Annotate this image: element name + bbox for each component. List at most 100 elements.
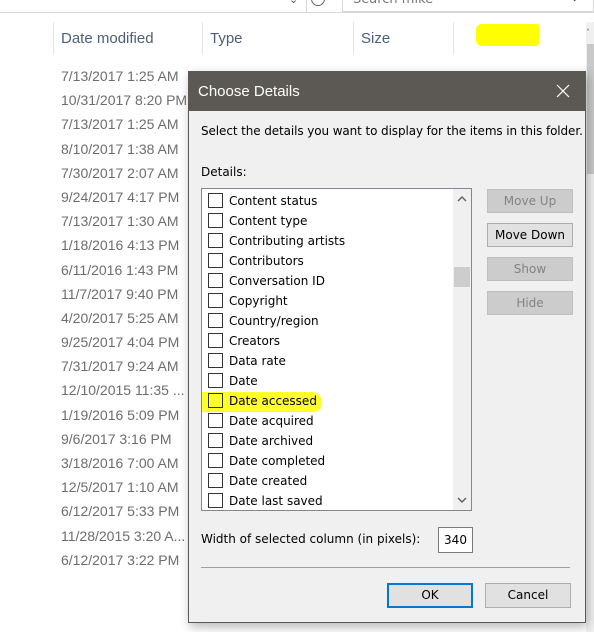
detail-label: Date last saved <box>229 494 323 508</box>
detail-list-item[interactable]: Date completed <box>202 451 452 471</box>
column-header-type[interactable]: Type <box>202 22 243 56</box>
detail-checkbox[interactable] <box>208 333 223 348</box>
detail-label: Date <box>229 374 258 388</box>
detail-checkbox[interactable] <box>208 393 223 408</box>
file-date-modified[interactable]: 7/13/2017 1:25 AM <box>61 112 187 136</box>
detail-list-item[interactable]: Content type <box>202 211 452 231</box>
detail-label: Copyright <box>229 294 288 308</box>
file-date-modified[interactable]: 9/24/2017 4:17 PM <box>61 185 187 209</box>
detail-list-item[interactable]: Content status <box>202 191 452 211</box>
detail-list-item[interactable]: Date accessed <box>202 391 452 412</box>
detail-checkbox[interactable] <box>208 313 223 328</box>
hide-button[interactable]: Hide <box>487 291 573 315</box>
move-up-button[interactable]: Move Up <box>487 189 573 213</box>
detail-checkbox[interactable] <box>208 433 223 448</box>
detail-label: Date created <box>229 474 308 488</box>
file-date-modified[interactable]: 11/7/2017 9:40 PM <box>61 282 187 306</box>
file-date-modified[interactable]: 9/25/2017 4:04 PM <box>61 330 187 354</box>
file-date-modified[interactable]: 10/31/2017 8:20 PM <box>61 88 187 112</box>
details-list-scrollbar[interactable] <box>453 189 471 510</box>
detail-label: Country/region <box>229 314 319 328</box>
detail-list-item[interactable]: Date <box>202 371 452 391</box>
detail-list-item[interactable]: Date acquired <box>202 411 452 431</box>
explorer-toolbar: ⌄ Search mike <box>0 0 594 13</box>
detail-checkbox[interactable] <box>208 293 223 308</box>
detail-label: Data rate <box>229 354 286 368</box>
file-date-modified[interactable]: 12/10/2015 11:35 ... <box>61 378 187 402</box>
detail-list-item[interactable]: Date archived <box>202 431 452 451</box>
choose-details-dialog: Choose Details Select the details you wa… <box>188 71 586 623</box>
file-date-modified[interactable]: 7/13/2017 1:30 AM <box>61 209 187 233</box>
detail-list-item[interactable]: Creators <box>202 331 452 351</box>
file-date-modified[interactable]: 3/18/2016 7:00 AM <box>61 451 187 475</box>
detail-checkbox[interactable] <box>208 373 223 388</box>
detail-label: Date acquired <box>229 414 314 428</box>
detail-label: Conversation ID <box>229 274 325 288</box>
detail-checkbox[interactable] <box>208 213 223 228</box>
file-date-modified[interactable]: 6/11/2016 1:43 PM <box>61 258 187 282</box>
detail-label: Date completed <box>229 454 326 468</box>
dialog-instructions: Select the details you want to display f… <box>201 124 583 138</box>
dialog-titlebar[interactable]: Choose Details <box>189 72 585 111</box>
move-down-button[interactable]: Move Down <box>487 223 573 247</box>
detail-list-item[interactable]: Conversation ID <box>202 271 452 291</box>
column-separator[interactable] <box>453 22 454 54</box>
file-date-modified[interactable]: 6/12/2017 5:33 PM <box>61 499 187 523</box>
column-header-size[interactable]: Size <box>353 22 390 56</box>
address-dropdown-chevron-icon[interactable]: ⌄ <box>289 0 303 7</box>
file-date-modified[interactable]: 6/12/2017 3:22 PM <box>61 548 187 572</box>
column-width-label: Width of selected column (in pixels): <box>201 532 421 546</box>
detail-checkbox[interactable] <box>208 233 223 248</box>
detail-checkbox[interactable] <box>208 193 223 208</box>
detail-checkbox[interactable] <box>208 473 223 488</box>
detail-list-item[interactable]: Country/region <box>202 311 452 331</box>
explorer-scrollbar[interactable]: ˄ <box>586 22 594 632</box>
detail-list-item[interactable]: Contributors <box>202 251 452 271</box>
file-date-modified[interactable]: 8/10/2017 1:38 AM <box>61 137 187 161</box>
detail-list-item[interactable]: Copyright <box>202 291 452 311</box>
detail-label: Date accessed <box>229 394 317 408</box>
date-modified-list: 7/13/2017 1:25 AM 10/31/2017 8:20 PM 7/13/… <box>61 64 187 572</box>
file-date-modified[interactable]: 7/31/2017 9:24 AM <box>61 354 187 378</box>
file-date-modified[interactable]: 1/18/2016 4:13 PM <box>61 233 187 257</box>
scroll-up-arrow-icon[interactable] <box>453 192 471 206</box>
file-date-modified[interactable]: 4/20/2017 5:25 AM <box>61 306 187 330</box>
detail-checkbox[interactable] <box>208 353 223 368</box>
detail-list-item[interactable]: Date created <box>202 471 452 491</box>
details-listbox[interactable]: Content status Content type Contributing a… <box>201 188 472 511</box>
column-header-date-modified[interactable]: Date modified <box>53 22 154 56</box>
address-separator <box>306 0 307 12</box>
file-date-modified[interactable]: 11/28/2015 3:20 A... <box>61 524 187 548</box>
detail-label: Content type <box>229 214 308 228</box>
detail-label: Creators <box>229 334 281 348</box>
scroll-up-arrow-icon[interactable]: ˄ <box>586 28 594 37</box>
detail-checkbox[interactable] <box>208 253 223 268</box>
cancel-button[interactable]: Cancel <box>485 583 571 608</box>
detail-checkbox[interactable] <box>208 413 223 428</box>
file-date-modified[interactable]: 1/19/2016 5:09 PM <box>61 403 187 427</box>
search-input[interactable]: Search mike <box>342 0 594 12</box>
explorer-scrollbar-thumb[interactable] <box>587 44 594 174</box>
detail-checkbox[interactable] <box>208 453 223 468</box>
column-width-input[interactable]: 340 <box>438 527 473 553</box>
details-label: Details: <box>201 165 247 179</box>
detail-checkbox[interactable] <box>208 273 223 288</box>
detail-list-item[interactable]: Contributing artists <box>202 231 452 251</box>
file-date-modified[interactable]: 12/5/2017 1:10 AM <box>61 475 187 499</box>
file-date-modified[interactable]: 7/30/2017 2:07 AM <box>61 161 187 185</box>
details-list-scrollbar-thumb[interactable] <box>454 267 470 287</box>
show-button[interactable]: Show <box>487 257 573 281</box>
refresh-icon[interactable] <box>311 0 325 6</box>
detail-label: Content status <box>229 194 318 208</box>
detail-checkbox[interactable] <box>208 493 223 508</box>
ok-button[interactable]: OK <box>387 583 473 608</box>
scroll-down-arrow-icon[interactable] <box>453 493 471 507</box>
detail-label: Date archived <box>229 434 314 448</box>
detail-list-item[interactable]: Date last saved <box>202 491 452 510</box>
redaction-highlight <box>476 24 539 46</box>
file-date-modified[interactable]: 9/6/2017 3:16 PM <box>61 427 187 451</box>
detail-label: Contributing artists <box>229 234 346 248</box>
detail-list-item[interactable]: Data rate <box>202 351 452 371</box>
file-date-modified[interactable]: 7/13/2017 1:25 AM <box>61 64 187 88</box>
close-button[interactable] <box>541 72 585 111</box>
